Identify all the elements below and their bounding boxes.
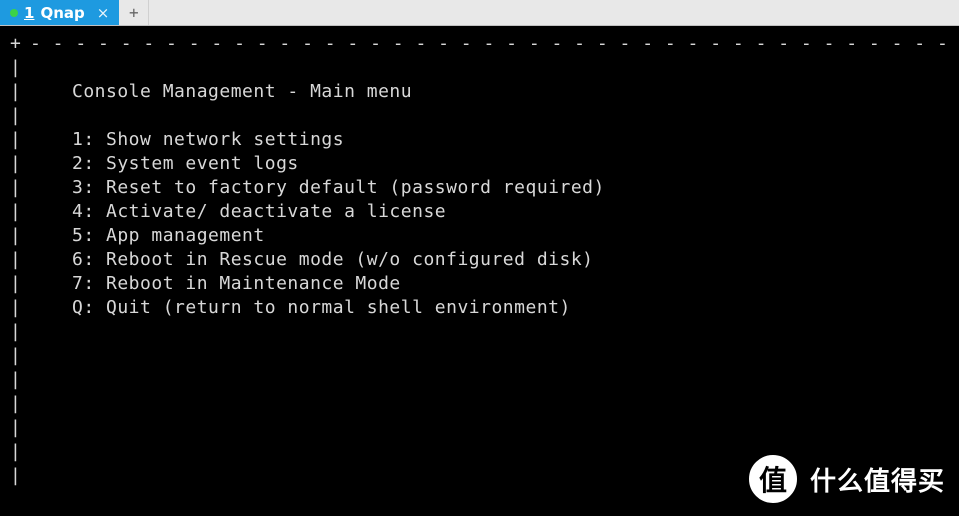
border-vert: | [10,416,30,440]
menu-item[interactable]: 3: Reset to factory default (password re… [72,176,605,200]
menu-item[interactable]: 1: Show network settings [72,128,344,152]
menu-item[interactable]: 2: System event logs [72,152,299,176]
indent [30,464,72,488]
border-vert: | [10,440,30,464]
border-vert: | [10,392,30,416]
new-tab-button[interactable]: + [119,0,149,25]
indent [30,200,72,224]
indent [30,56,72,80]
border-vert: | [10,200,30,224]
border-vert: | [10,344,30,368]
tab-title: Qnap [40,4,84,22]
border-vert: | [10,152,30,176]
border-vert: | [10,296,30,320]
terminal[interactable]: +- - - - - - - - - - - - - - - - - - - -… [0,26,959,498]
menu-item[interactable]: 5: App management [72,224,265,248]
border-vert: | [10,56,30,80]
border-vert: | [10,272,30,296]
border-vert: | [10,80,30,104]
menu-item[interactable]: 4: Activate/ deactivate a license [72,200,446,224]
indent [30,224,72,248]
watermark-text: 什么值得买 [810,461,945,498]
status-dot-icon [10,9,18,17]
indent [30,248,72,272]
menu-item[interactable]: 7: Reboot in Maintenance Mode [72,272,401,296]
border-vert: | [10,176,30,200]
close-icon[interactable]: × [97,4,110,22]
indent [30,272,72,296]
indent [30,368,72,392]
indent [30,80,72,104]
tab-bar: 1 Qnap × + [0,0,959,26]
border-vert: | [10,128,30,152]
menu-item[interactable]: Q: Quit (return to normal shell environm… [72,296,571,320]
tab-qnap[interactable]: 1 Qnap × [0,0,119,25]
indent [30,296,72,320]
border-vert: | [10,104,30,128]
indent [30,152,72,176]
border-vert: | [10,224,30,248]
border-vert: | [10,320,30,344]
border-vert: | [10,464,30,488]
indent [30,104,72,128]
border-vert: + [10,32,30,56]
indent [30,128,72,152]
menu-item[interactable]: 6: Reboot in Rescue mode (w/o configured… [72,248,594,272]
border-vert: | [10,368,30,392]
border-vert: | [10,248,30,272]
watermark: 值 什么值得买 [746,452,945,506]
tab-index: 1 [24,4,34,22]
indent [30,176,72,200]
watermark-badge-icon: 值 [746,452,800,506]
indent [30,440,72,464]
indent [30,416,72,440]
border-top: - - - - - - - - - - - - - - - - - - - - … [30,32,949,56]
console-title: Console Management - Main menu [72,80,412,104]
indent [30,344,72,368]
indent [30,392,72,416]
indent [30,320,72,344]
